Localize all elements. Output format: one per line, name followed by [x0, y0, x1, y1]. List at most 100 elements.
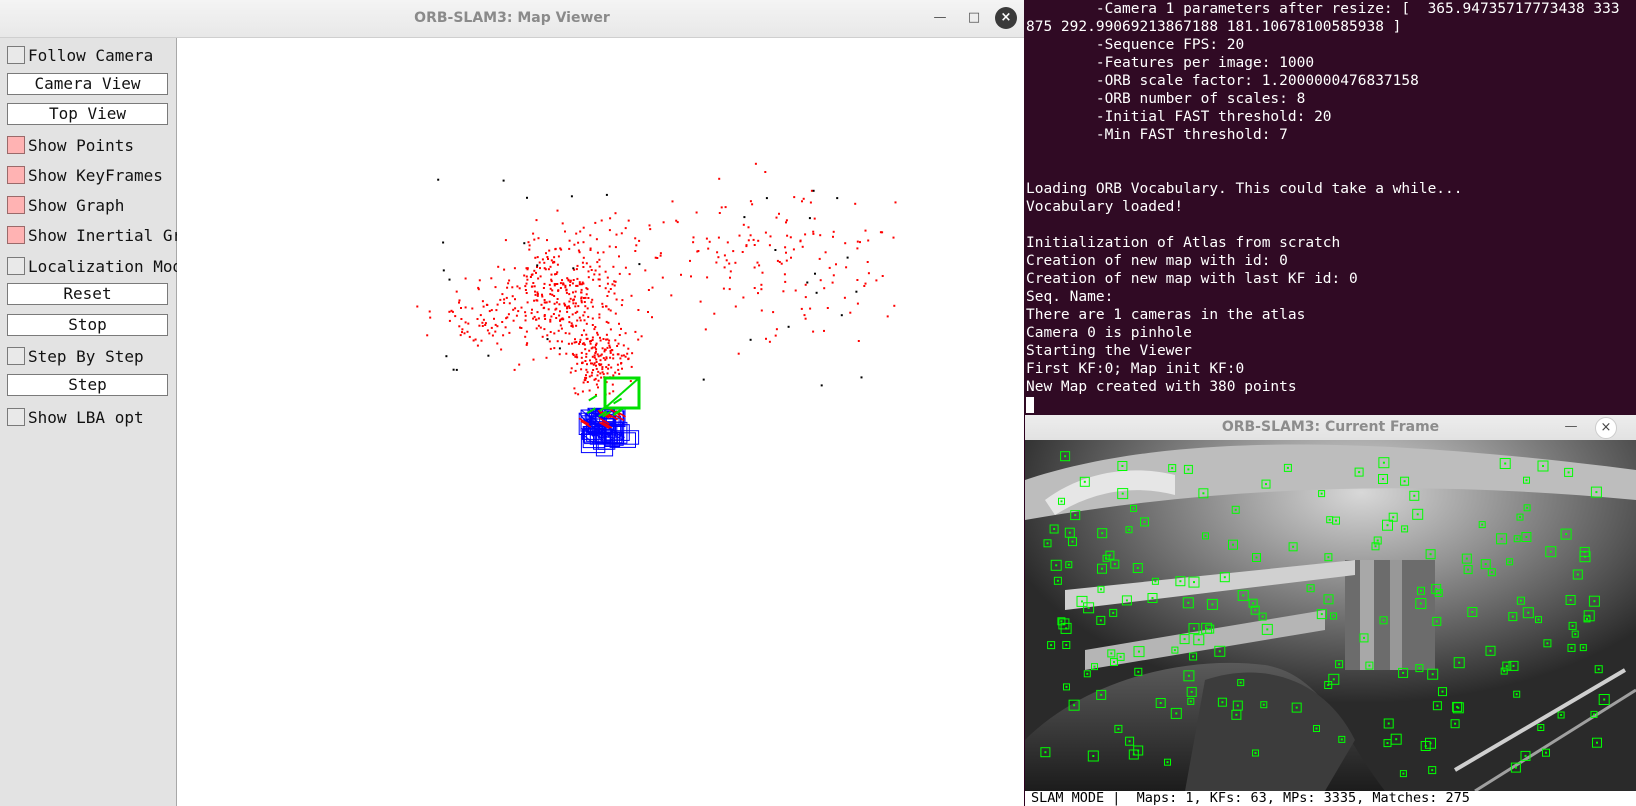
feature-point	[1595, 491, 1598, 494]
feature-point	[1503, 670, 1506, 673]
feature-point	[1121, 492, 1124, 495]
map-point	[580, 299, 583, 302]
map-point	[504, 326, 507, 329]
map-point	[514, 298, 516, 301]
map-point	[783, 273, 786, 276]
map-point	[533, 269, 536, 272]
feature-point	[1508, 560, 1511, 563]
feature-point	[1327, 598, 1330, 601]
map-point	[495, 309, 498, 312]
feature-point	[1402, 772, 1405, 775]
map-point	[832, 235, 834, 238]
map-point	[569, 284, 571, 287]
top-view-button[interactable]: Top View	[7, 103, 168, 125]
map-point	[616, 345, 619, 347]
map-point	[589, 247, 592, 250]
feature-point	[1193, 627, 1195, 630]
step-button[interactable]: Step	[7, 374, 168, 396]
map-point	[550, 259, 553, 262]
follow-camera-checkbox[interactable]: Follow Camera	[7, 44, 153, 66]
reference-point	[702, 378, 705, 381]
map-point	[612, 390, 615, 393]
terminal-line: -ORB number of scales: 8	[1026, 91, 1306, 107]
terminal-window[interactable]: -Camera 1 parameters after resize: [ 365…	[1024, 0, 1636, 415]
map-point	[575, 341, 578, 344]
map-point	[769, 235, 772, 238]
map-point	[585, 333, 588, 336]
map-point	[536, 294, 539, 297]
step-by-step-checkbox[interactable]: Step By Step	[7, 345, 144, 367]
map-point	[591, 346, 594, 349]
step-by-step-box[interactable]	[7, 347, 25, 365]
feature-point	[1265, 483, 1267, 486]
map-points	[416, 162, 897, 396]
show-keyframes-box[interactable]	[7, 166, 25, 184]
reset-button[interactable]: Reset	[7, 283, 168, 305]
feature-point	[1292, 545, 1295, 548]
map-point	[564, 230, 566, 233]
map-point	[620, 327, 622, 330]
show-graph-box[interactable]	[7, 196, 25, 214]
map-point	[722, 287, 725, 290]
feature-point	[1403, 527, 1406, 530]
close-icon[interactable]: ×	[995, 7, 1017, 29]
localization-mode-box[interactable]	[7, 257, 25, 275]
feature-point	[1068, 531, 1071, 534]
show-points-box[interactable]	[7, 136, 25, 154]
show-lba-opt-checkbox[interactable]: Show LBA opt	[7, 406, 144, 428]
map-3d-view[interactable]	[177, 38, 1024, 806]
map-point	[514, 307, 517, 310]
map-point	[589, 359, 591, 362]
feature-point	[1093, 665, 1096, 668]
reference-point	[546, 338, 549, 341]
map-point	[571, 324, 574, 327]
show-graph-checkbox[interactable]: Show Graph	[7, 194, 124, 216]
map-point	[614, 246, 617, 249]
map-point	[607, 342, 610, 345]
map-point	[482, 305, 485, 308]
map-point	[503, 298, 506, 301]
map-point	[426, 334, 429, 337]
map-point	[859, 241, 861, 244]
localization-mode-checkbox[interactable]: Localization Mode	[7, 255, 192, 277]
map-point	[496, 325, 499, 328]
map-point	[546, 334, 549, 337]
show-keyframes-checkbox[interactable]: Show KeyFrames	[7, 164, 163, 186]
map-point	[583, 319, 586, 322]
map-point	[511, 286, 514, 289]
stop-button[interactable]: Stop	[7, 314, 168, 336]
minimize-icon[interactable]: —	[1561, 417, 1581, 437]
maximize-icon[interactable]: □	[963, 7, 985, 29]
map-point	[559, 324, 562, 327]
reference-point	[572, 267, 575, 270]
map-point	[854, 202, 857, 205]
follow-camera-box[interactable]	[7, 46, 25, 64]
map-point	[598, 278, 601, 281]
map-point	[583, 379, 586, 382]
current-frame-titlebar[interactable]: ORB-SLAM3: Current Frame — ×	[1025, 415, 1636, 441]
camera-view-button[interactable]: Camera View	[7, 73, 168, 95]
map-point	[555, 307, 558, 310]
show-inertial-graph-box[interactable]	[7, 226, 25, 244]
map-viewer-titlebar[interactable]: ORB-SLAM3: Map Viewer — □ ×	[0, 0, 1024, 38]
show-points-checkbox[interactable]: Show Points	[7, 134, 134, 156]
map-point	[784, 280, 787, 283]
map-point	[690, 275, 692, 278]
feature-point	[1429, 553, 1432, 556]
map-point	[612, 265, 615, 268]
map-point	[753, 287, 756, 289]
feature-point	[1187, 674, 1190, 677]
map-point	[598, 285, 601, 287]
feature-point	[1565, 533, 1568, 536]
minimize-icon[interactable]: —	[929, 7, 951, 29]
map-point	[867, 272, 870, 275]
map-point	[640, 335, 643, 338]
map-point	[595, 367, 598, 370]
close-icon[interactable]: ×	[1595, 417, 1617, 439]
show-lba-opt-box[interactable]	[7, 408, 25, 426]
map-point	[518, 287, 521, 290]
map-point	[591, 298, 594, 301]
map-point	[804, 296, 807, 299]
reference-point	[743, 216, 746, 219]
map-point	[525, 282, 528, 285]
